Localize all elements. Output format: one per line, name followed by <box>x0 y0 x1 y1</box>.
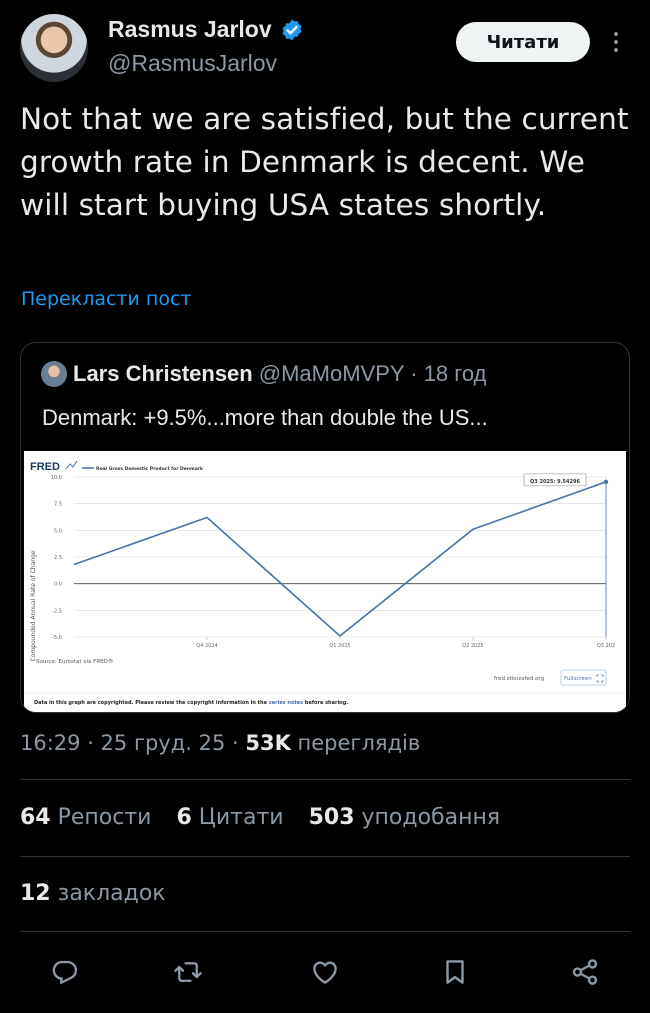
x-tick-label: Q2 2025 <box>462 643 483 649</box>
follow-button[interactable]: Читати <box>456 22 590 62</box>
like-icon <box>313 961 337 984</box>
views-count: 53K <box>245 731 291 755</box>
bookmarks-label: закладок <box>50 881 166 906</box>
translate-post-link[interactable]: Перекласти пост <box>21 288 191 310</box>
verified-badge-icon <box>282 19 302 40</box>
author-name[interactable]: Rasmus Jarlov <box>108 16 272 43</box>
action-bar <box>0 952 650 992</box>
share-icon <box>572 959 598 985</box>
share-button[interactable] <box>565 952 605 992</box>
tweet-header: Rasmus Jarlov @RasmusJarlov Читати <box>20 14 630 84</box>
likes-stat[interactable]: 503 уподобання <box>309 805 501 830</box>
quoted-author-handle-time: @MaMoMVPY · 18 год <box>258 361 487 386</box>
y-tick-label: 7.5 <box>54 502 62 508</box>
y-axis-label: Compounded Annual Rate of Change <box>30 550 37 661</box>
fullscreen-label: Fullscreen <box>564 676 592 682</box>
y-tick-label: -2.5 <box>52 608 62 614</box>
likes-count: 503 <box>308 805 355 830</box>
tweet-meta: 16:29 · 25 груд. 25 · 53K переглядів <box>20 731 420 755</box>
y-tick-label: 5.0 <box>54 528 62 534</box>
bookmarks-count: 12 <box>20 881 51 906</box>
quoted-author-name: Lars Christensen <box>73 361 253 386</box>
tooltip-text: Q3 2025: 9.54296 <box>530 479 580 485</box>
divider <box>20 856 630 857</box>
engagement-stats: 64 Репости 6 Цитати 503 уподобання <box>20 805 518 830</box>
author-name-row: Rasmus Jarlov <box>108 16 304 43</box>
reposts-stat[interactable]: 64 Репости <box>20 805 151 830</box>
x-tick-label: Q3 202 <box>597 643 615 649</box>
author-avatar[interactable] <box>20 14 88 82</box>
x-tick-label: Q1 2025 <box>329 643 350 649</box>
fred-site-label: fred.stlouisfed.org <box>494 676 544 682</box>
more-options-icon[interactable] <box>612 30 620 54</box>
like-button[interactable] <box>305 952 345 992</box>
bookmarks-stat[interactable]: 12 закладок <box>20 881 166 906</box>
source-label: Source: Eurostat via FRED® <box>36 658 113 665</box>
fred-chart: FRED Real Gross Domestic Product for Den… <box>24 451 626 712</box>
tweet-timestamp[interactable]: 16:29 · 25 груд. 25 · <box>20 731 245 755</box>
views-label: переглядів <box>290 731 421 755</box>
bookmark-icon <box>446 960 464 984</box>
tweet-text: Not that we are satisfied, but the curre… <box>20 102 629 222</box>
author-handle[interactable]: @RasmusJarlov <box>108 50 277 77</box>
y-tick-label: -5.0 <box>52 635 62 641</box>
divider <box>20 931 630 932</box>
repost-icon <box>174 962 202 982</box>
quoted-tweet-text: Denmark: +9.5%...more than double the US… <box>42 405 488 430</box>
y-tick-label: 0.0 <box>54 582 62 588</box>
reposts-count: 64 <box>20 805 51 830</box>
quoted-tweet[interactable]: Lars Christensen @MaMoMVPY · 18 год Denm… <box>20 342 630 713</box>
quotes-stat[interactable]: 6 Цитати <box>176 805 283 830</box>
reposts-label: Репости <box>50 805 152 830</box>
fred-chart-image: FRED Real Gross Domestic Product for Den… <box>24 451 626 712</box>
quoted-tweet-header: Lars Christensen @MaMoMVPY · 18 год <box>41 361 486 387</box>
bookmark-button[interactable] <box>435 952 475 992</box>
reply-button[interactable] <box>45 952 85 992</box>
quotes-label: Цитати <box>191 805 284 830</box>
y-tick-label: 10.0 <box>51 475 62 481</box>
likes-label: уподобання <box>354 805 501 830</box>
quotes-count: 6 <box>176 805 192 830</box>
fred-logo: FRED <box>30 461 60 473</box>
divider <box>20 779 630 780</box>
y-tick-label: 2.5 <box>54 555 62 561</box>
reply-icon <box>52 960 78 984</box>
repost-button[interactable] <box>168 952 208 992</box>
x-tick-label: Q4 2024 <box>196 643 217 649</box>
copyright-note: Data in this graph are copyrighted. Plea… <box>34 700 348 706</box>
quoted-author-avatar <box>41 361 67 387</box>
legend-label: Real Gross Domestic Product for Denmark <box>96 466 204 472</box>
value-tooltip: Q3 2025: 9.54296 <box>523 473 587 487</box>
